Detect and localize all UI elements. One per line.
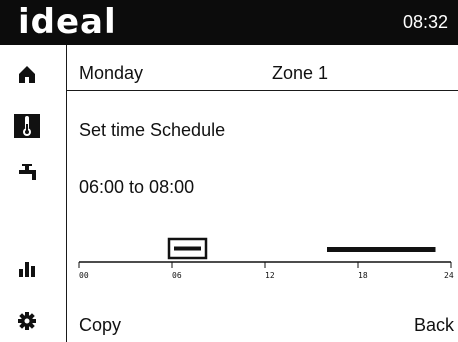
period-time-range[interactable]: 06:00 to 08:00 (79, 177, 194, 198)
thermometer-icon (23, 116, 31, 136)
sidebar-item-heating[interactable] (14, 114, 40, 138)
sidebar-item-hot-water[interactable] (14, 161, 40, 185)
divider (67, 90, 458, 91)
timeline-tick-label: 06 (172, 271, 182, 280)
selected-period-bar (174, 246, 201, 251)
timeline-tick-label: 00 (79, 271, 89, 280)
sidebar-item-settings[interactable] (14, 309, 40, 333)
sidebar (0, 45, 67, 342)
gear-icon (18, 312, 36, 330)
timeline-tick-label: 24 (444, 271, 454, 280)
home-icon (19, 66, 35, 83)
schedule-title: Set time Schedule (79, 120, 226, 140)
zone-label[interactable]: Zone 1 (272, 63, 328, 84)
heating-period-bar[interactable] (327, 247, 436, 252)
schedule-timeline[interactable]: 00 06 12 18 24 (67, 232, 458, 292)
timeline-tick-label: 18 (358, 271, 368, 280)
day-label[interactable]: Monday (79, 63, 143, 84)
sidebar-item-home[interactable] (14, 62, 40, 86)
tap-icon (19, 164, 36, 180)
ideal-logo: ideal (18, 2, 117, 42)
copy-button[interactable]: Copy (79, 315, 121, 336)
back-button[interactable]: Back (414, 315, 454, 336)
sidebar-item-statistics[interactable] (14, 256, 40, 280)
bar-chart-icon (19, 262, 35, 277)
clock-time: 08:32 (402, 12, 448, 32)
timeline-tick-label: 12 (265, 271, 275, 280)
header-bar: ideal 08:32 (0, 0, 458, 45)
